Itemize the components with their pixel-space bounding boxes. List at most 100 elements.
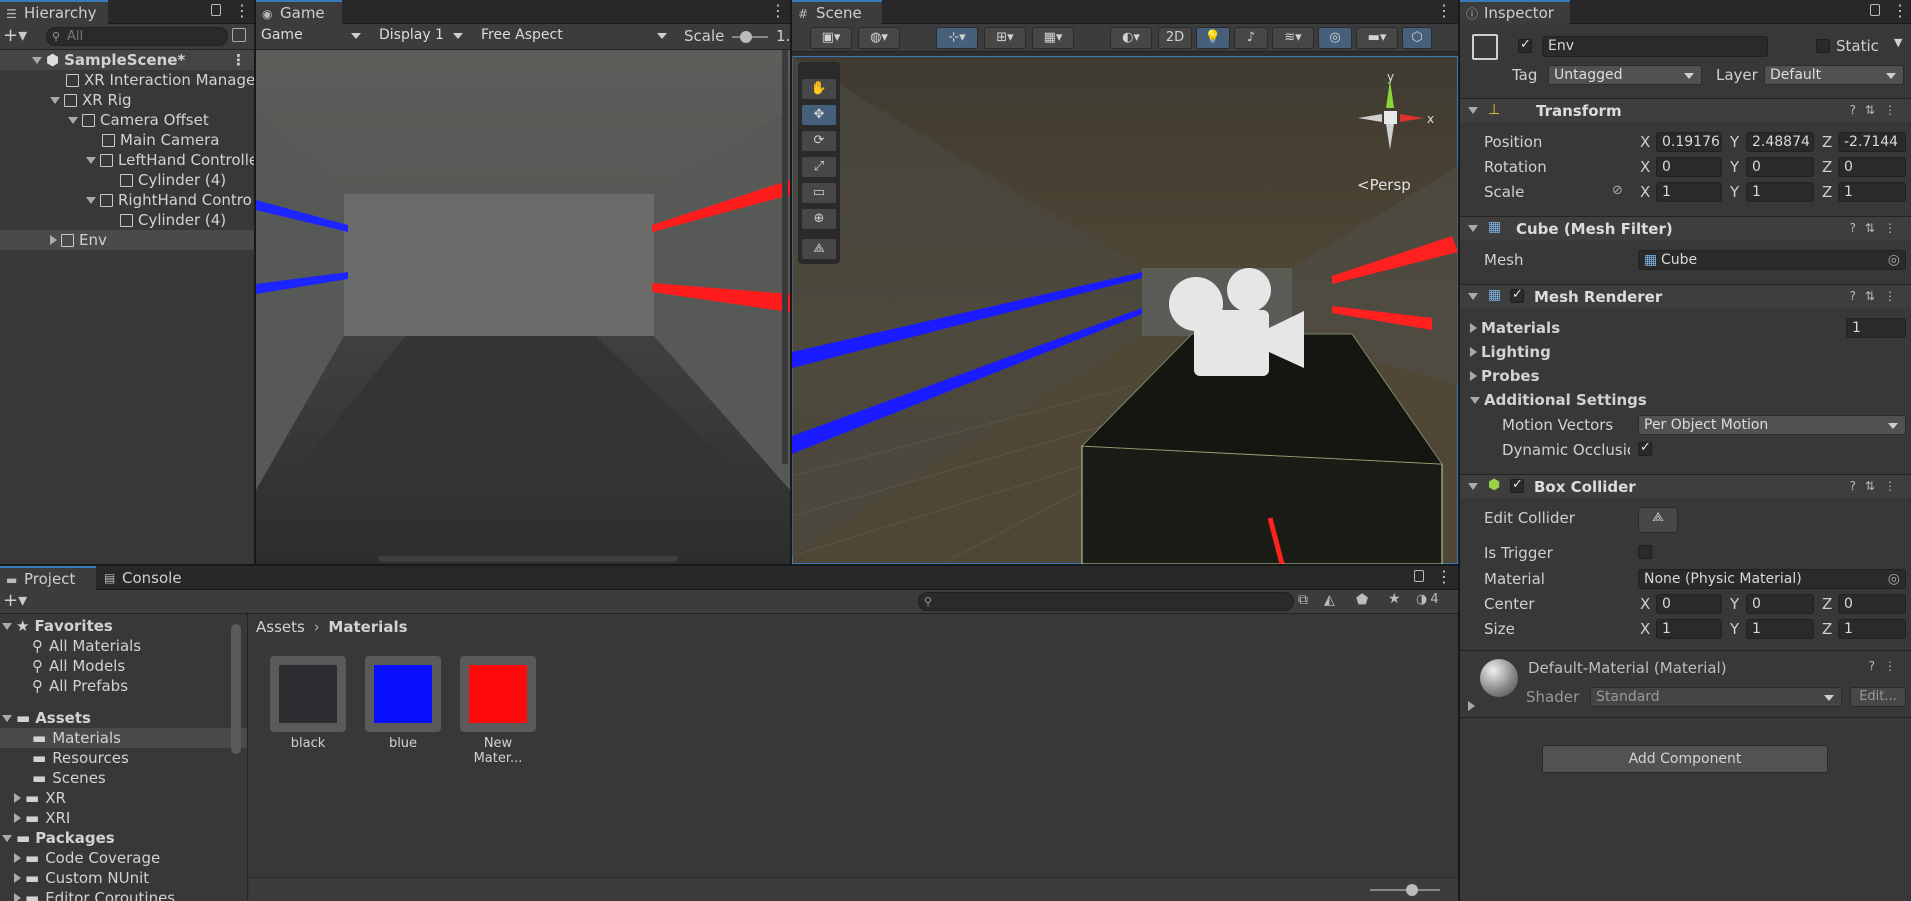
display-dropdown[interactable]: Display 1: [374, 26, 470, 46]
expand-arrow-icon[interactable]: [50, 97, 60, 104]
folder-resources[interactable]: ▬ Resources: [0, 748, 247, 768]
materials-foldout[interactable]: Materials: [1460, 318, 1911, 338]
additional-settings-foldout[interactable]: Additional Settings: [1460, 390, 1911, 410]
mesh-renderer-enabled-checkbox[interactable]: [1510, 287, 1524, 303]
collapse-arrow-icon[interactable]: [14, 873, 21, 883]
hierarchy-item-xr-interaction-manager[interactable]: XR Interaction Manage: [0, 70, 254, 90]
scale-y-field[interactable]: 1: [1746, 182, 1814, 202]
center-x-field[interactable]: 0: [1656, 594, 1722, 614]
collapse-arrow-icon[interactable]: [1470, 347, 1477, 357]
asset-material-new[interactable]: New Mater...: [460, 656, 540, 766]
camera-dropdown[interactable]: ▬▾: [1356, 27, 1398, 49]
breadcrumb-materials[interactable]: Materials: [328, 618, 407, 636]
box-collider-enabled-checkbox[interactable]: [1510, 477, 1524, 493]
hierarchy-search-input[interactable]: ⚲ All: [46, 27, 228, 46]
expand-arrow-icon[interactable]: [1470, 397, 1480, 404]
packages-header[interactable]: ▬ Packages: [0, 828, 247, 848]
collapse-arrow-icon[interactable]: [14, 853, 21, 863]
effects-dropdown[interactable]: ≋▾: [1272, 27, 1314, 49]
game-viewport[interactable]: [256, 50, 790, 564]
hierarchy-item-lefthand-controller[interactable]: LeftHand Controlle: [0, 150, 254, 170]
tab-hierarchy[interactable]: ☰ Hierarchy: [0, 0, 108, 24]
audio-toggle-icon[interactable]: ♪: [1234, 27, 1268, 49]
object-picker-icon[interactable]: ◎: [1888, 570, 1900, 588]
hierarchy-item-xr-rig[interactable]: XR Rig: [0, 90, 254, 110]
tab-game[interactable]: ◉ Game: [256, 0, 342, 24]
scale-slider-thumb[interactable]: [740, 31, 752, 43]
hierarchy-item-main-camera[interactable]: Main Camera: [0, 130, 254, 150]
dynamic-occlusion-checkbox[interactable]: [1638, 440, 1652, 456]
tab-inspector[interactable]: ⓘ Inspector: [1460, 0, 1570, 24]
position-z-field[interactable]: -2.7144: [1838, 132, 1906, 152]
add-icon[interactable]: +▾: [3, 25, 27, 46]
global-dropdown[interactable]: ◍▾: [858, 27, 900, 49]
hierarchy-item-cylinder-right[interactable]: Cylinder (4): [0, 210, 254, 230]
position-x-field[interactable]: 0.19176: [1656, 132, 1722, 152]
constrain-proportions-icon[interactable]: ⊘: [1612, 183, 1623, 198]
folder-tree-scrollbar[interactable]: [231, 624, 241, 754]
hidden-packages-icon[interactable]: ◑ 4: [1416, 592, 1439, 607]
grid-dropdown[interactable]: ▦▾: [1032, 27, 1074, 49]
collapse-arrow-icon[interactable]: [1470, 371, 1477, 381]
gizmos-toggle-icon[interactable]: ⬡: [1402, 27, 1432, 49]
icon-size-slider[interactable]: [1370, 884, 1440, 896]
scale-slider[interactable]: [732, 31, 768, 43]
expand-arrow-icon[interactable]: [86, 197, 96, 204]
center-z-field[interactable]: 0: [1838, 594, 1906, 614]
folder-scenes[interactable]: ▬ Scenes: [0, 768, 247, 788]
scene-menu-icon[interactable]: ⋮: [231, 50, 246, 70]
tag-dropdown[interactable]: Untagged: [1548, 65, 1702, 85]
favorite-icon[interactable]: ★: [1388, 591, 1401, 607]
shader-edit-button[interactable]: Edit...: [1850, 687, 1906, 707]
rotation-x-field[interactable]: 0: [1656, 157, 1722, 177]
aspect-dropdown[interactable]: Free Aspect: [476, 26, 674, 46]
hierarchy-item-env[interactable]: Env: [0, 230, 254, 250]
expand-arrow-icon[interactable]: [1468, 107, 1478, 114]
transform-header[interactable]: ⊥ Transform ?⇅⋮: [1460, 98, 1911, 122]
expand-arrow-icon[interactable]: [68, 117, 78, 124]
expand-arrow-icon[interactable]: [1468, 293, 1478, 300]
asset-material-blue[interactable]: blue: [365, 656, 445, 751]
collapse-arrow-icon[interactable]: [14, 793, 21, 803]
active-checkbox[interactable]: [1518, 37, 1532, 53]
icon-size-slider-thumb[interactable]: [1406, 884, 1418, 896]
lighting-foldout[interactable]: Lighting: [1460, 342, 1911, 362]
game-mode-dropdown[interactable]: Game: [256, 26, 368, 46]
mesh-filter-header[interactable]: ▦ Cube (Mesh Filter) ?⇅⋮: [1460, 216, 1911, 240]
toggle-2d-button[interactable]: 2D: [1158, 27, 1192, 49]
favorite-all-models[interactable]: ⚲ All Models: [0, 656, 247, 676]
collapse-arrow-icon[interactable]: [1470, 323, 1477, 333]
is-trigger-checkbox[interactable]: [1638, 545, 1652, 559]
box-collider-header[interactable]: ⬢ Box Collider ?⇅⋮: [1460, 474, 1911, 498]
scale-z-field[interactable]: 1: [1838, 182, 1906, 202]
collapse-arrow-icon[interactable]: [50, 235, 57, 245]
expand-arrow-icon[interactable]: [1468, 483, 1478, 490]
more-icon[interactable]: ⋮: [1436, 566, 1452, 590]
tab-console[interactable]: ▤ Console: [98, 566, 194, 590]
layer-dropdown[interactable]: Default: [1764, 65, 1904, 85]
rotation-z-field[interactable]: 0: [1838, 157, 1906, 177]
label-icon[interactable]: ⬟: [1356, 592, 1368, 608]
filter-icon[interactable]: ◭: [1324, 592, 1335, 608]
expand-arrow-icon[interactable]: [2, 623, 12, 630]
materials-count-field[interactable]: 1: [1846, 318, 1906, 338]
mesh-renderer-header[interactable]: ▦ Mesh Renderer ?⇅⋮: [1460, 284, 1911, 308]
lock-icon[interactable]: [211, 4, 221, 16]
component-header-icons[interactable]: ?⇅⋮: [1850, 221, 1905, 235]
tab-project[interactable]: ▬ Project: [0, 566, 96, 590]
size-x-field[interactable]: 1: [1656, 619, 1722, 639]
hierarchy-item-camera-offset[interactable]: Camera Offset: [0, 110, 254, 130]
assets-header[interactable]: ▬ Assets: [0, 708, 247, 728]
project-search-input[interactable]: ⚲: [918, 592, 1294, 611]
position-y-field[interactable]: 2.48874: [1746, 132, 1814, 152]
component-header-icons[interactable]: ?⇅⋮: [1850, 479, 1905, 493]
package-custom-nunit[interactable]: ▬ Custom NUnit: [0, 868, 247, 888]
center-y-field[interactable]: 0: [1746, 594, 1814, 614]
breadcrumb-assets[interactable]: Assets: [256, 618, 305, 636]
visibility-toggle-icon[interactable]: ◎: [1318, 27, 1352, 49]
collapse-arrow-icon[interactable]: [14, 893, 21, 901]
expand-arrow-icon[interactable]: [86, 157, 96, 164]
mesh-field[interactable]: ▦ Cube ◎: [1638, 250, 1906, 270]
folder-xri[interactable]: ▬ XRI: [0, 808, 247, 828]
component-header-icons[interactable]: ?⇅⋮: [1850, 289, 1905, 303]
